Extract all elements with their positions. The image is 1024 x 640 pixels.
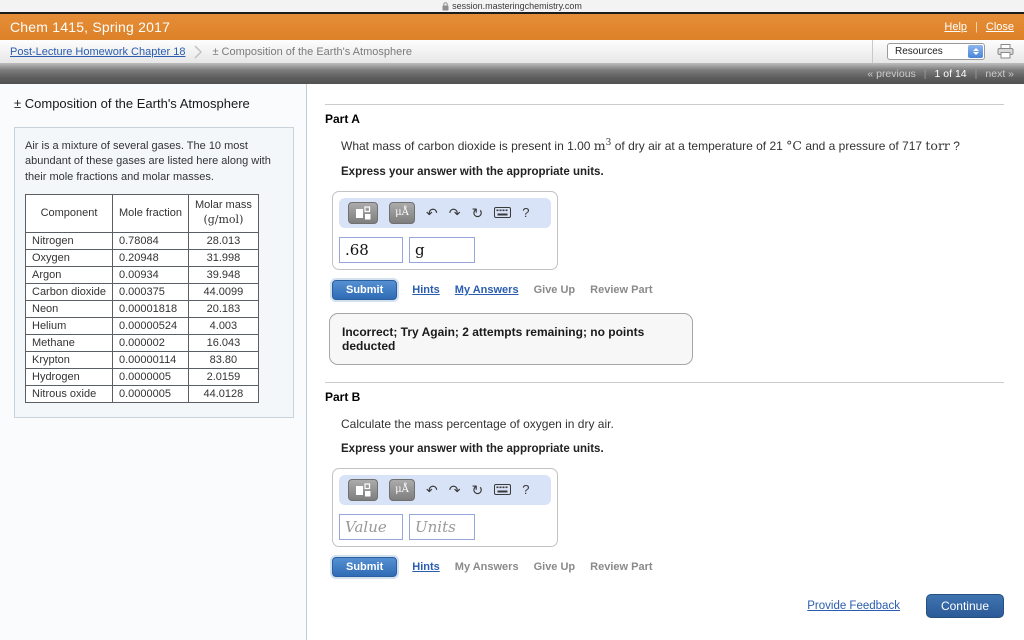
col-header-molar-mass: Molar mass (g/mol): [187, 194, 259, 233]
course-title: Chem 1415, Spring 2017: [10, 19, 171, 35]
part-a-submit-button[interactable]: Submit: [332, 279, 398, 300]
pager-position: 1 of 14: [934, 68, 967, 80]
part-a-value-input[interactable]: [339, 236, 403, 263]
col-header-component: Component: [25, 194, 113, 233]
part-a-give-up-link[interactable]: Give Up: [534, 284, 576, 296]
part-b-question: Calculate the mass percentage of oxygen …: [341, 416, 614, 431]
gas-table: Component Mole fraction Molar mass (g/mol…: [25, 194, 259, 403]
part-b-review-part-link[interactable]: Review Part: [590, 561, 652, 573]
table-row: Helium 0.00000524 4.003: [25, 316, 259, 335]
part-a-answer-box: μÅ ↶ ↷ ↻ ?: [332, 190, 558, 270]
redo-icon[interactable]: ↷: [449, 483, 461, 497]
keyboard-icon[interactable]: [494, 206, 512, 220]
part-a-hints-link[interactable]: Hints: [412, 284, 440, 296]
table-row: Hydrogen 0.0000005 2.0159: [25, 367, 259, 386]
templates-icon: [356, 483, 371, 497]
select-stepper-icon: [968, 45, 983, 58]
part-b-divider: [325, 381, 1004, 383]
answer-panel: Part A What mass of carbon dioxide is pr…: [307, 84, 1024, 640]
keyboard-icon[interactable]: [494, 483, 512, 497]
table-row: Krypton 0.00000114 83.80: [25, 350, 259, 369]
part-b-answer-box: μÅ ↶ ↷ ↻ ?: [332, 467, 558, 547]
part-b-give-up-link[interactable]: Give Up: [534, 561, 576, 573]
provide-feedback-link[interactable]: Provide Feedback: [807, 600, 900, 612]
part-a-feedback-message: Incorrect; Try Again; 2 attempts remaini…: [329, 312, 693, 365]
close-link[interactable]: Close: [986, 21, 1014, 33]
item-title: ± Composition of the Earth's Atmosphere: [14, 96, 250, 111]
part-a-my-answers-link[interactable]: My Answers: [455, 284, 519, 296]
part-b-units-input[interactable]: [409, 513, 475, 540]
redo-icon[interactable]: ↷: [449, 206, 461, 220]
table-row: Neon 0.00001818 20.183: [25, 299, 259, 318]
units-button[interactable]: μÅ: [389, 478, 415, 501]
help-icon[interactable]: ?: [522, 483, 529, 496]
table-row: Carbon dioxide 0.000375 44.0099: [25, 282, 259, 301]
reset-icon[interactable]: ↻: [471, 483, 483, 497]
part-a-label: Part A: [325, 112, 360, 126]
browser-url: session.masteringchemistry.com: [452, 1, 582, 11]
printer-icon[interactable]: [997, 44, 1014, 59]
next-item-button[interactable]: next »: [985, 68, 1014, 80]
resources-select-label: Resources: [895, 46, 943, 57]
part-b-submit-button[interactable]: Submit: [332, 556, 398, 577]
part-b-value-input[interactable]: [339, 513, 403, 540]
part-b-my-answers-link[interactable]: My Answers: [455, 561, 519, 573]
table-row: Nitrogen 0.78084 28.013: [25, 231, 259, 250]
table-row: Methane 0.000002 16.043: [25, 333, 259, 352]
app-header: Chem 1415, Spring 2017 Help | Close: [0, 14, 1024, 40]
part-a-express-instruction: Express your answer with the appropriate…: [341, 165, 604, 178]
part-b-express-instruction: Express your answer with the appropriate…: [341, 442, 604, 455]
chevron-right-icon: [194, 45, 203, 59]
templates-button[interactable]: [348, 201, 378, 224]
resources-select[interactable]: Resources: [887, 43, 985, 60]
item-pager-bar: « previous | 1 of 14 | next »: [0, 64, 1024, 84]
part-b-label: Part B: [325, 389, 361, 404]
lock-icon: [442, 1, 449, 11]
templates-icon: [356, 206, 371, 220]
part-a-divider: [325, 104, 1004, 105]
table-row: Argon 0.00934 39.948: [25, 265, 259, 284]
units-button[interactable]: μÅ: [389, 201, 415, 224]
table-row: Nitrous oxide 0.0000005 44.0128: [25, 384, 259, 403]
item-footer: Provide Feedback Continue: [325, 593, 1004, 618]
breadcrumb: Post-Lecture Homework Chapter 18 ± Compo…: [0, 40, 1024, 64]
equation-toolbar: μÅ ↶ ↷ ↻ ?: [339, 197, 551, 228]
item-intro-text: Air is a mixture of several gases. The 1…: [25, 140, 271, 183]
part-b-hints-link[interactable]: Hints: [412, 561, 440, 573]
previous-item-button[interactable]: « previous: [867, 68, 915, 80]
breadcrumb-assignment-link[interactable]: Post-Lecture Homework Chapter 18: [10, 46, 185, 58]
reset-icon[interactable]: ↻: [471, 206, 483, 220]
browser-url-bar: session.masteringchemistry.com: [0, 0, 1024, 12]
part-a-question: What mass of carbon dioxide is present i…: [341, 138, 960, 154]
part-a-units-input[interactable]: [409, 236, 475, 263]
templates-button[interactable]: [348, 478, 378, 501]
help-link[interactable]: Help: [944, 21, 967, 33]
part-a-review-part-link[interactable]: Review Part: [590, 284, 652, 296]
undo-icon[interactable]: ↶: [426, 206, 438, 220]
table-row: Oxygen 0.20948 31.998: [25, 248, 259, 267]
gas-table-header-row: Component Mole fraction Molar mass (g/mol…: [25, 194, 259, 233]
header-separator: |: [975, 21, 978, 33]
part-a-action-row: Submit Hints My Answers Give Up Review P…: [332, 279, 1004, 300]
item-intro-box: Air is a mixture of several gases. The 1…: [14, 127, 294, 418]
item-intro-panel: ± Composition of the Earth's Atmosphere …: [0, 84, 307, 640]
equation-toolbar: μÅ ↶ ↷ ↻ ?: [339, 474, 551, 505]
part-b-action-row: Submit Hints My Answers Give Up Review P…: [332, 556, 1004, 577]
undo-icon[interactable]: ↶: [426, 483, 438, 497]
help-icon[interactable]: ?: [522, 206, 529, 219]
continue-button[interactable]: Continue: [925, 593, 1004, 618]
col-header-mole-fraction: Mole fraction: [112, 194, 189, 233]
breadcrumb-current-item: ± Composition of the Earth's Atmosphere: [212, 45, 412, 58]
